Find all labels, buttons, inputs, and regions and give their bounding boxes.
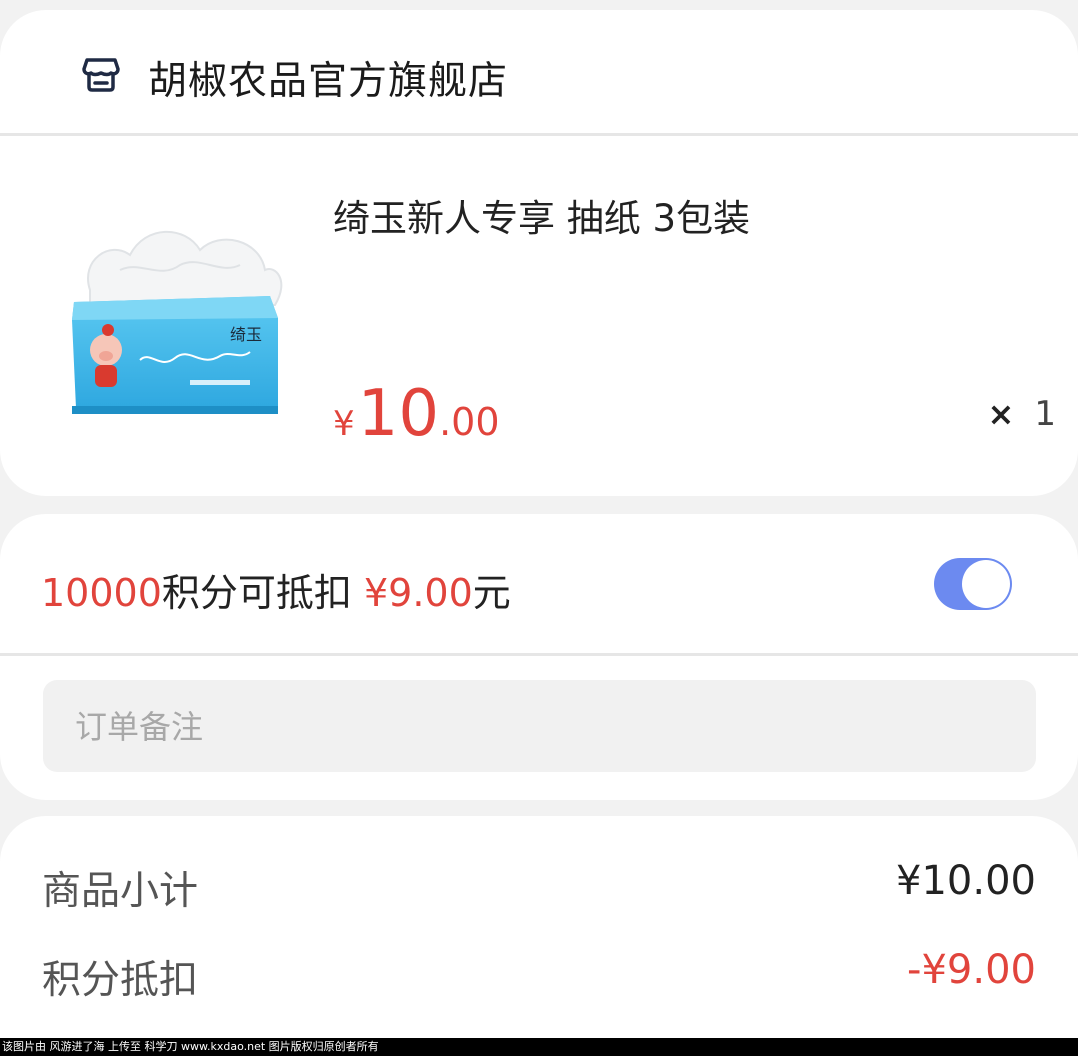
tissue-pack-image[interactable]: 绮玉 bbox=[50, 210, 300, 440]
price-currency-symbol: ¥ bbox=[333, 404, 355, 444]
subtotal-value: ¥10.00 bbox=[896, 858, 1036, 904]
subtotal-label: 商品小计 bbox=[42, 869, 199, 914]
product-price: ¥ 10 .00 bbox=[333, 382, 500, 446]
points-deduct-value: ¥9.00 bbox=[364, 571, 473, 615]
multiply-icon: × bbox=[987, 395, 1015, 433]
points-toggle[interactable] bbox=[934, 558, 1012, 610]
toggle-knob bbox=[962, 560, 1010, 608]
quantity: × 1 bbox=[988, 394, 1056, 434]
store-name: 胡椒农品官方旗舰店 bbox=[148, 59, 509, 104]
order-note-input[interactable]: 订单备注 bbox=[43, 680, 1036, 772]
summary-card: 商品小计 ¥10.00 积分抵扣 -¥9.00 bbox=[0, 816, 1078, 1056]
store-icon bbox=[82, 56, 120, 92]
quantity-value: 1 bbox=[1034, 394, 1056, 434]
points-deduct-amount: -¥9.00 bbox=[907, 947, 1036, 993]
points-text-mid: 积分可抵扣 bbox=[161, 571, 352, 615]
points-deduct-label: 积分抵扣 bbox=[42, 958, 199, 1003]
product-title[interactable]: 绮玉新人专享 抽纸 3包装 bbox=[333, 188, 750, 242]
store-header[interactable]: 胡椒农品官方旗舰店 bbox=[0, 10, 1078, 136]
svg-text:绮玉: 绮玉 bbox=[230, 325, 262, 344]
points-deduction-text: 10000积分可抵扣 ¥9.00元 bbox=[41, 562, 511, 617]
points-deduction-row: 10000积分可抵扣 ¥9.00元 bbox=[0, 514, 1078, 656]
price-decimal: .00 bbox=[439, 400, 500, 444]
price-integer: 10 bbox=[357, 377, 440, 451]
watermark-banner: 该图片由 风游进了海 上传至 科学刀 www.kxdao.net 图片版权归原创… bbox=[0, 1038, 1078, 1056]
order-card: 胡椒农品官方旗舰店 绮玉 绮玉新人专享 抽纸 3包装 ¥ 10 .00 × 1 bbox=[0, 10, 1078, 496]
points-amount: 10000 bbox=[41, 571, 162, 615]
points-suffix: 元 bbox=[472, 571, 511, 615]
points-card: 10000积分可抵扣 ¥9.00元 订单备注 bbox=[0, 514, 1078, 800]
